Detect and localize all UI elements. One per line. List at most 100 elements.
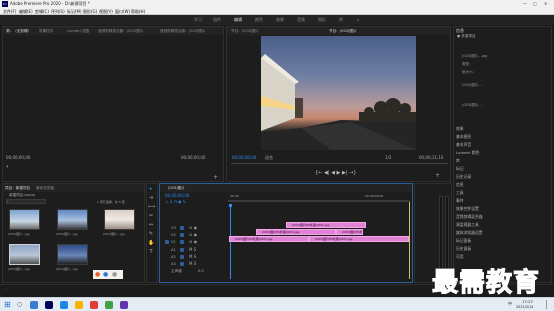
timeline-clip[interactable]: (003)图片PS处理(003).jpg xyxy=(229,236,309,242)
project-thumbnail[interactable] xyxy=(9,209,40,230)
close-button[interactable]: ✕ xyxy=(544,1,547,6)
program-timecode-playhead[interactable]: 00;00;00;00 xyxy=(232,155,256,160)
track-v2-label[interactable]: V2 xyxy=(171,233,176,237)
timeline-timecode[interactable]: 00;00;00;00 xyxy=(165,193,189,198)
source-marker-icon[interactable]: ▾ xyxy=(6,164,9,170)
explorer-taskbar-icon[interactable] xyxy=(75,301,83,309)
panel-item-essential-sound[interactable]: 基本声音 xyxy=(456,142,471,148)
workspace-more-icon[interactable]: » xyxy=(357,17,359,22)
track-target-a3-icon[interactable] xyxy=(180,262,184,266)
panel-item-audio-mixer[interactable]: 音频剪辑混合器 xyxy=(456,214,483,220)
type-tool-icon[interactable]: T xyxy=(148,249,154,255)
track-a1-controls-icon[interactable]: M S xyxy=(189,247,196,252)
panel-item-marker-panel[interactable]: 标记面板 xyxy=(456,238,471,244)
track-a2-label[interactable]: A2 xyxy=(171,255,176,259)
timeline-clip[interactable]: (003)图片PS处理(003).jpg xyxy=(336,229,363,235)
workspace-effects[interactable]: 效果 xyxy=(276,17,284,23)
panel-item-events[interactable]: 事件 xyxy=(456,198,464,204)
track-target-v2-icon[interactable] xyxy=(180,233,184,237)
task-view-icon[interactable] xyxy=(30,301,38,309)
premiere-taskbar-icon[interactable] xyxy=(45,301,53,309)
taskbar-date[interactable]: 2021/5/14 xyxy=(516,305,533,309)
workspace-audio[interactable]: 音频 xyxy=(297,17,305,23)
program-transport-controls[interactable]: {← ◀| ◀ ▶ ▶| →} xyxy=(315,170,356,176)
tab-effect-controls[interactable]: 效果控件 xyxy=(39,29,53,34)
track-v1-controls-icon[interactable]: ⊘ ◉ xyxy=(189,239,197,244)
track-a3-label[interactable]: A3 xyxy=(171,262,176,266)
timeline-clip[interactable]: (003)图片PS处理(003).jpg xyxy=(286,222,366,228)
panel-item-effects[interactable]: 效果 xyxy=(456,126,464,132)
panel-item-lumetri-color[interactable]: Lumetri 颜色 xyxy=(456,150,479,156)
track-a2-controls-icon[interactable]: M S xyxy=(189,254,196,259)
workspace-libraries[interactable]: 库 xyxy=(339,17,343,23)
track-v3-controls-icon[interactable]: ⊘ ◉ xyxy=(189,225,197,230)
hand-tool-icon[interactable]: ✋ xyxy=(148,240,154,246)
tab-program-1[interactable]: 节目：(003)图片 xyxy=(231,29,259,34)
app-taskbar-icon[interactable] xyxy=(120,301,128,309)
panel-item-libraries[interactable]: 库 xyxy=(456,158,460,164)
tab-lumetri-scopes[interactable]: Lumetri 范围 xyxy=(67,29,89,34)
tab-program-2[interactable]: 节目：(003)图片 xyxy=(329,29,357,34)
tab-audio-clip-mixer-2[interactable]: 音频剪辑混合器：(003)图片 xyxy=(160,29,206,34)
source-timecode-in[interactable]: 00;00;00;00 xyxy=(6,155,30,160)
track-target-v1-icon[interactable] xyxy=(180,240,184,244)
timeline-clip[interactable]: (003)图片PS处理(003).jpg xyxy=(256,229,336,235)
timeline-snap-icons[interactable]: ⊃ ∩ ⊓ ◆ ✎ xyxy=(165,199,186,204)
panel-item-available[interactable]: 可用 xyxy=(456,254,464,260)
windows-start-icon[interactable]: ⊞ xyxy=(4,300,11,309)
track-a1-label[interactable]: A1 xyxy=(171,248,176,252)
track-target-a1-icon[interactable] xyxy=(180,248,184,252)
show-desktop-button[interactable] xyxy=(546,300,551,309)
panel-item-markers[interactable]: 标记 xyxy=(456,166,464,172)
timeline-zoom-bar[interactable] xyxy=(228,200,410,202)
tab-media-browser[interactable]: 媒体浏览器 xyxy=(36,186,54,191)
grey-app-icon[interactable]: ● xyxy=(112,271,117,278)
track-v1-label[interactable]: V1 xyxy=(171,240,176,244)
source-patch-v1-icon[interactable] xyxy=(165,240,169,244)
panel-item-history-panel[interactable]: 历史面板 xyxy=(456,246,471,252)
blue-app-icon[interactable]: ● xyxy=(103,271,108,278)
program-add-button-icon[interactable]: + xyxy=(435,172,440,179)
tab-sequence[interactable]: (003)图片 xyxy=(168,186,185,191)
track-select-tool-icon[interactable]: ⇥ xyxy=(148,195,154,201)
master-track-value[interactable]: 0.0 xyxy=(198,269,204,273)
panel-item-media-browser[interactable]: 媒体浏览器设置 xyxy=(456,230,483,236)
panel-item-tools[interactable]: 工具 xyxy=(456,190,464,196)
slip-tool-icon[interactable]: ↔ xyxy=(148,222,154,228)
edge-taskbar-icon[interactable] xyxy=(60,301,68,309)
panel-item-effect-settings[interactable]: 效果控件设置 xyxy=(456,206,479,212)
razor-tool-icon[interactable]: ✂ xyxy=(148,213,154,219)
workspace-graphics[interactable]: 图形 xyxy=(318,17,326,23)
track-a3-controls-icon[interactable]: M S xyxy=(189,261,196,266)
ripple-edit-tool-icon[interactable]: ⟷ xyxy=(148,204,155,210)
workspace-assembly[interactable]: 组件 xyxy=(213,17,221,23)
panel-item-info[interactable]: 信息 xyxy=(456,182,464,188)
tab-audio-clip-mixer-1[interactable]: 音频剪辑混合器：(003)图片 xyxy=(98,29,144,34)
track-v3-label[interactable]: V3 xyxy=(171,226,176,230)
selection-tool-icon[interactable]: ▸ xyxy=(148,186,154,192)
track-v2-controls-icon[interactable]: ⊘ ◉ xyxy=(189,232,197,237)
workspace-color[interactable]: 颜色 xyxy=(255,17,263,23)
panel-item-history[interactable]: 历史记录 xyxy=(456,174,471,180)
workspace-editing[interactable]: 编辑 xyxy=(234,17,242,23)
app-taskbar-icon[interactable] xyxy=(105,301,113,309)
minimize-button[interactable]: — xyxy=(523,1,527,6)
language-indicator[interactable]: 中 xyxy=(508,301,512,307)
project-thumbnail[interactable] xyxy=(57,209,88,230)
panel-item-source-tools[interactable]: 源监视器工具 xyxy=(456,222,479,228)
project-thumbnail-selected[interactable] xyxy=(9,244,40,265)
workspace-learn[interactable]: 学习 xyxy=(194,17,202,23)
track-target-a2-icon[interactable] xyxy=(180,255,184,259)
program-scrubber[interactable] xyxy=(231,163,448,164)
program-fit-dropdown[interactable]: 适合 xyxy=(265,155,273,161)
project-thumbnail[interactable] xyxy=(57,244,88,265)
program-resolution-dropdown[interactable]: 1/2 xyxy=(385,155,391,160)
taskbar-time[interactable]: 17:27 xyxy=(522,299,533,304)
project-thumbnail[interactable] xyxy=(104,209,135,230)
project-search-input[interactable] xyxy=(6,199,46,204)
pen-tool-icon[interactable]: ✎ xyxy=(148,231,154,237)
tab-source[interactable]: 源：（无剪辑） xyxy=(6,29,31,34)
orange-app-icon[interactable]: ● xyxy=(95,271,100,278)
track-target-v3-icon[interactable] xyxy=(180,226,184,230)
tab-project[interactable]: 项目：新建项目 xyxy=(5,186,30,191)
